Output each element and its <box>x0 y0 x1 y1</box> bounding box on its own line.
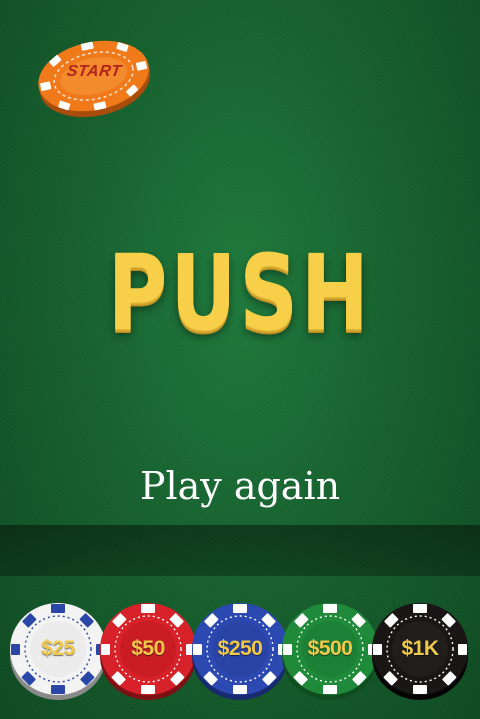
bet-chip-250-label: $250 <box>217 637 263 660</box>
bet-chip-1k-label: $1K <box>401 637 439 660</box>
bet-chip-25[interactable]: $25 <box>8 594 108 704</box>
bet-chip-50[interactable]: $50 <box>98 594 198 704</box>
bet-chip-500-label: $500 <box>307 637 353 660</box>
start-label: START <box>65 63 123 80</box>
bet-chip-tray: $25 $50 $250 $500 $1K <box>0 576 480 719</box>
start-button[interactable]: START <box>32 34 156 122</box>
tray-divider <box>0 525 480 576</box>
bet-chip-50-label: $50 <box>131 637 165 660</box>
bet-chip-250[interactable]: $250 <box>190 594 290 704</box>
bet-chip-1k[interactable]: $1K <box>370 594 470 704</box>
game-result-title: PUSH <box>107 232 373 354</box>
play-again-button[interactable]: Play again <box>90 456 390 516</box>
bet-chip-500[interactable]: $500 <box>280 594 380 704</box>
bet-chip-25-label: $25 <box>41 637 75 660</box>
